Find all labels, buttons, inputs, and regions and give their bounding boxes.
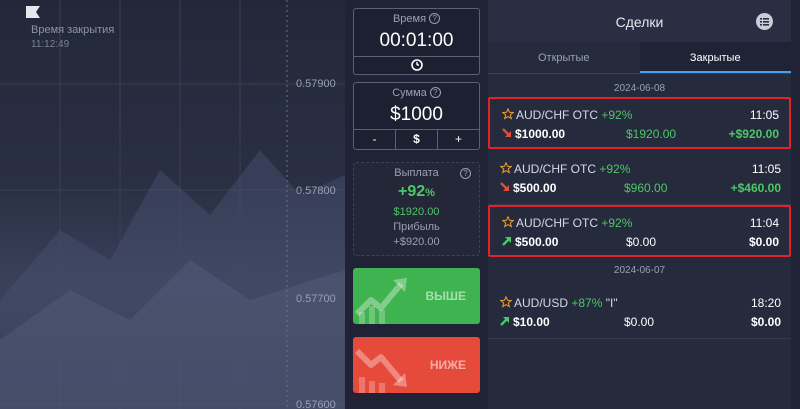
trend-down-icon — [354, 348, 407, 393]
deal-profit: +$920.00 — [728, 127, 779, 141]
tab-closed[interactable]: Закрытые — [639, 42, 791, 73]
close-time-value: 11:12:49 — [31, 39, 70, 50]
deal-payout: $1920.00 — [626, 127, 677, 141]
chart-background — [0, 0, 345, 409]
payout-amount: $1920.00 — [393, 206, 440, 218]
deal-stake: $1000.00 — [515, 127, 566, 141]
amount-value[interactable]: $1000 — [354, 104, 479, 126]
price-tick: 0.57700 — [296, 293, 336, 305]
deal-payout: $0.00 — [624, 315, 655, 329]
arrow-down-icon — [502, 128, 511, 137]
chart-area[interactable]: Время закрытия 11:12:49 0.57900 0.57800 … — [0, 0, 345, 409]
deal-time: 11:05 — [751, 162, 781, 176]
help-icon[interactable]: ? — [429, 87, 441, 98]
date-separator: 2024-06-08 — [613, 83, 666, 94]
deal-stake: $500.00 — [513, 181, 557, 195]
deal-row[interactable]: AUD/CHF OTC +92% 11:05 $1000.00 $1920.00… — [488, 97, 791, 149]
star-icon[interactable] — [502, 108, 514, 120]
deals-header: Сделки — [488, 0, 791, 42]
deal-time: 18:20 — [750, 296, 781, 310]
payout-panel: Выплата ? +92% $1920.00 Прибыль +$920.00 — [353, 162, 480, 256]
help-icon[interactable]: ? — [429, 13, 441, 24]
date-separator: 2024-06-07 — [613, 265, 666, 276]
deal-profit: $0.00 — [748, 235, 779, 249]
star-icon[interactable] — [500, 162, 512, 174]
deal-payout: $0.00 — [626, 235, 657, 249]
currency-button[interactable]: $ — [396, 129, 438, 149]
deal-row[interactable]: AUD/CHF OTC +92% 11:05 $500.00 $960.00 +… — [488, 153, 791, 205]
time-label: Время? — [354, 13, 479, 25]
trend-up-icon — [354, 278, 407, 324]
deal-pair: AUD/USD +87% "I" — [514, 296, 618, 310]
star-icon[interactable] — [500, 296, 512, 308]
price-tick: 0.57900 — [296, 78, 336, 90]
deal-pair: AUD/CHF OTC +92% — [514, 162, 631, 176]
lower-button[interactable]: НИЖЕ — [353, 337, 480, 393]
arrow-up-icon — [502, 237, 511, 246]
flag-icon — [26, 6, 40, 18]
deal-profit: $0.00 — [750, 315, 781, 329]
deals-panel: Сделки Открытые Закрытые 2024-06-08 AUD/… — [488, 0, 791, 409]
deal-row[interactable]: AUD/CHF OTC +92% 11:04 $500.00 $0.00 $0.… — [488, 205, 791, 257]
profit-value: +$920.00 — [393, 236, 440, 248]
amount-selector[interactable]: Сумма? $1000 - $ + — [353, 82, 480, 150]
clock-icon — [410, 59, 423, 71]
help-icon[interactable]: ? — [460, 168, 471, 179]
deal-pair: AUD/CHF OTC +92% — [516, 108, 633, 122]
close-time-label: Время закрытия — [31, 24, 115, 36]
increase-amount-button[interactable]: + — [438, 129, 479, 149]
higher-label: ВЫШЕ — [425, 289, 466, 303]
price-tick: 0.57800 — [296, 185, 336, 197]
deal-payout: $960.00 — [624, 181, 668, 195]
arrow-up-icon — [500, 317, 509, 326]
higher-button[interactable]: ВЫШЕ — [353, 268, 480, 324]
deals-title: Сделки — [615, 14, 664, 30]
deal-profit: +$460.00 — [730, 181, 781, 195]
deal-stake: $10.00 — [513, 315, 550, 329]
deal-time: 11:04 — [749, 216, 779, 230]
arrow-down-icon — [500, 182, 509, 191]
amount-buttons: - $ + — [354, 129, 479, 149]
deal-pair: AUD/CHF OTC +92% — [516, 216, 633, 230]
trade-control-panel: Время? 00:01:00 Сумма? $1000 - $ + Выпла… — [345, 0, 485, 409]
payout-percent: +92% — [398, 183, 435, 200]
deal-row[interactable]: AUD/USD +87% "I" 18:20 $10.00 $0.00 $0.0… — [488, 287, 791, 339]
time-value[interactable]: 00:01:00 — [354, 30, 479, 52]
deal-time: 11:05 — [749, 108, 779, 122]
time-selector[interactable]: Время? 00:01:00 — [353, 8, 480, 75]
tab-open[interactable]: Открытые — [488, 42, 640, 73]
deals-tabs: Открытые Закрытые — [488, 42, 791, 74]
lower-label: НИЖЕ — [429, 358, 466, 372]
deal-stake: $500.00 — [515, 235, 559, 249]
star-icon[interactable] — [502, 216, 514, 228]
amount-label: Сумма? — [354, 87, 479, 99]
list-menu-icon[interactable] — [756, 13, 773, 30]
price-tick: 0.57600 — [296, 399, 336, 409]
decrease-amount-button[interactable]: - — [354, 129, 396, 149]
profit-label: Прибыль — [393, 221, 440, 233]
timer-mode-button[interactable] — [354, 56, 479, 74]
